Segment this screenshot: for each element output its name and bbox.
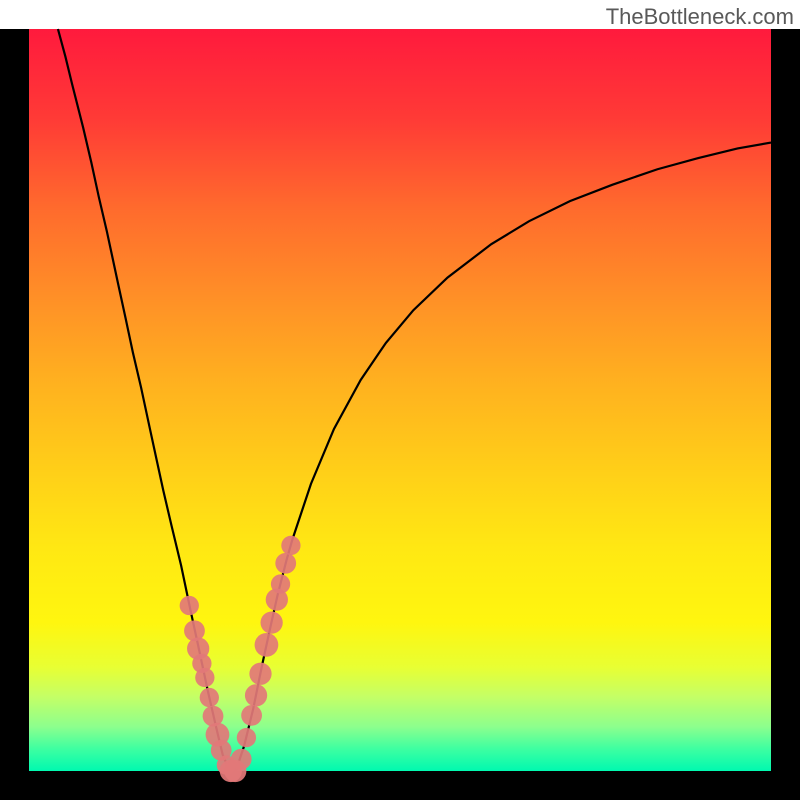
data-marker bbox=[255, 633, 279, 657]
data-marker bbox=[245, 684, 267, 706]
bottleneck-chart: TheBottleneck.com bbox=[0, 0, 800, 800]
data-marker bbox=[231, 749, 252, 770]
data-marker bbox=[281, 536, 300, 555]
chart-svg bbox=[0, 0, 800, 800]
data-marker bbox=[180, 596, 199, 615]
data-marker bbox=[241, 705, 262, 726]
data-marker bbox=[249, 663, 271, 685]
watermark-text: TheBottleneck.com bbox=[606, 4, 794, 30]
data-marker bbox=[275, 553, 296, 574]
data-marker bbox=[195, 668, 214, 687]
data-marker bbox=[261, 611, 283, 633]
curve-curve-right bbox=[229, 143, 771, 771]
data-marker bbox=[237, 728, 256, 747]
data-marker bbox=[271, 574, 290, 593]
data-marker bbox=[200, 688, 219, 707]
